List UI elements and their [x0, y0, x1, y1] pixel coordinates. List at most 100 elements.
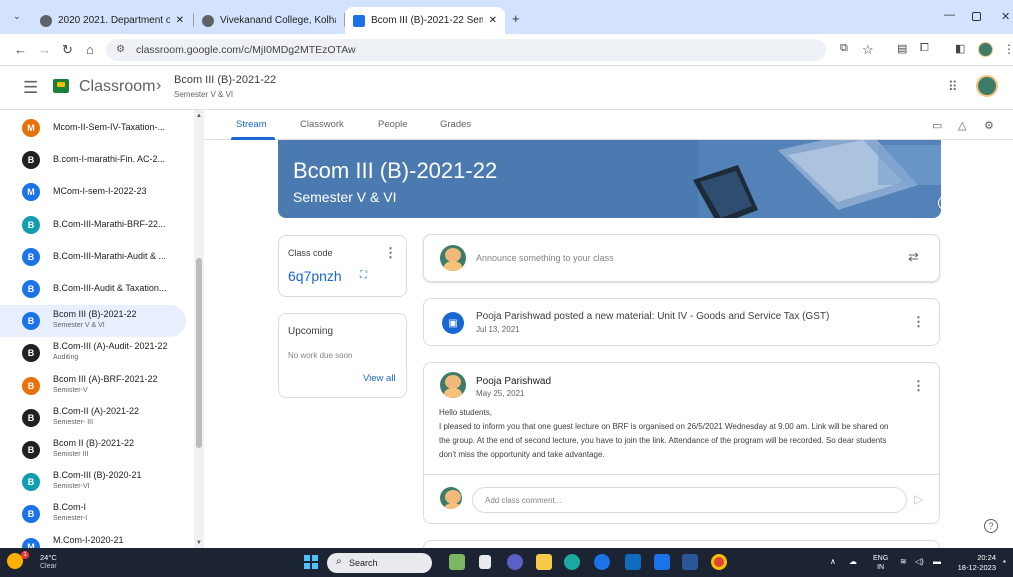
onedrive-icon[interactable]: ☁	[849, 557, 857, 566]
chrome-icon[interactable]	[711, 554, 727, 570]
weather-badge: 1	[21, 551, 29, 559]
widgets-icon[interactable]	[449, 554, 465, 570]
class-section: Semister-VI	[53, 483, 90, 491]
view-all-link[interactable]: View all	[363, 373, 396, 384]
calendar-icon[interactable]: ▭	[932, 119, 942, 132]
sidebar-class-item[interactable]: B B.Com-III (A)-Audit- 2021-22 Auditing	[0, 337, 186, 369]
taskbar-search[interactable]: Search	[327, 553, 432, 573]
tab-people[interactable]: People	[378, 119, 408, 130]
fullscreen-icon[interactable]: ⛶	[360, 270, 367, 281]
browser-tab-3[interactable]: Bcom III (B)-2021-22 Semester ✕	[345, 7, 505, 34]
close-window-icon[interactable]: ✕	[1001, 10, 1010, 23]
breadcrumb-class-title[interactable]: Bcom III (B)-2021-22	[174, 74, 276, 86]
banner-subtitle: Semester V & VI	[293, 189, 397, 205]
help-icon[interactable]: ?	[984, 519, 998, 533]
mail-icon[interactable]	[654, 554, 670, 570]
class-code-value: 6q7pnzh	[288, 268, 342, 284]
bookmark-star-icon[interactable]: ☆	[862, 42, 874, 58]
url-field[interactable]: ⚙ classroom.google.com/c/MjI0MDg2MTEzOTA…	[106, 39, 826, 61]
sidebar-class-item[interactable]: B B.Com-II (A)-2021-22 Semester- III	[0, 402, 186, 434]
tab-search-icon[interactable]: ⌄	[13, 11, 21, 22]
browser-tab-2[interactable]: Vivekanand College, Kolhapur	[194, 7, 344, 34]
class-avatar: B	[22, 247, 40, 266]
notification-icon[interactable]: ▪	[1003, 557, 1006, 566]
sidebar-class-item[interactable]: B B.Com-III-Marathi-BRF-22...	[0, 209, 186, 241]
sidebar-class-item[interactable]: B Bcom III (B)-2021-22 Semester V & VI	[0, 305, 186, 338]
word-icon[interactable]	[682, 554, 698, 570]
class-code-more-icon[interactable]: ⋮	[384, 245, 397, 261]
class-comment-input[interactable]: Add class comment...	[472, 487, 907, 513]
tab-classwork[interactable]: Classwork	[300, 119, 344, 130]
restore-icon[interactable]	[972, 12, 981, 21]
breadcrumb-chevron-icon: ›	[156, 77, 162, 94]
comment-divider	[423, 474, 940, 475]
reload-icon[interactable]: ↻	[62, 42, 73, 58]
teams-icon[interactable]	[507, 554, 523, 570]
close-icon[interactable]: ✕	[489, 15, 497, 26]
sidebar-class-item[interactable]: B B.Com-III-Marathi-Audit & ...	[0, 241, 186, 273]
app-icon[interactable]	[594, 554, 610, 570]
site-info-icon[interactable]: ⚙	[116, 44, 125, 55]
sidebar-class-item[interactable]: MM.Com-I-2020-21Semester-I	[0, 531, 186, 548]
main-menu-icon[interactable]: ☰	[23, 78, 38, 98]
taskview-icon[interactable]	[479, 555, 491, 569]
tab-grades[interactable]: Grades	[440, 119, 471, 130]
back-icon[interactable]: ←	[14, 42, 27, 57]
wifi-icon[interactable]: ≋	[900, 557, 907, 566]
edge-icon[interactable]	[564, 554, 580, 570]
language-indicator[interactable]: ENG IN	[873, 554, 888, 572]
sidebar-scroll-thumb[interactable]	[196, 258, 202, 448]
material-post-card[interactable]	[423, 298, 940, 346]
install-icon[interactable]: ⧉	[840, 42, 848, 55]
extensions-icon[interactable]: ⧠	[920, 42, 929, 55]
sidebar-class-item[interactable]: B B.com-I-marathi-Fin. AC-2...	[0, 144, 186, 176]
account-avatar[interactable]	[976, 75, 998, 97]
sidebar-class-item[interactable]: M Mcom-II-Sem-IV-Taxation-...	[0, 112, 186, 144]
class-avatar: B	[22, 151, 40, 170]
announce-input[interactable]: Announce something to your class	[476, 253, 614, 263]
profile-icon[interactable]	[978, 42, 993, 57]
minimize-icon[interactable]: —	[944, 9, 955, 21]
sidebar-class-item[interactable]: M MCom-I-sem-I-2022-23	[0, 176, 186, 208]
sidebar-class-item[interactable]: B Bcom II (B)-2021-22 Semister III	[0, 434, 186, 466]
sidebar-class-item[interactable]: B B.Com-III (B)-2020-21 Semister-VI	[0, 466, 186, 498]
store-icon[interactable]	[625, 554, 641, 570]
sidebar-class-item[interactable]: B B.Com-III-Audit & Taxation...	[0, 273, 186, 305]
scroll-down-icon[interactable]: ▼	[196, 540, 202, 546]
classroom-logo-icon[interactable]	[53, 79, 69, 93]
app-name[interactable]: Classroom	[79, 78, 155, 96]
forward-icon[interactable]: →	[38, 42, 51, 57]
sidebar-class-item[interactable]: B Bcom III (A)-BRF-2021-22 Semister-V	[0, 370, 186, 402]
send-icon[interactable]: ▷	[914, 492, 923, 506]
tray-chevron-icon[interactable]: ∧	[830, 557, 836, 566]
home-icon[interactable]: ⌂	[86, 42, 94, 57]
class-name: MCom-I-sem-I-2022-23	[53, 186, 147, 197]
drive-folder-icon[interactable]: △	[958, 119, 966, 132]
settings-gear-icon[interactable]: ⚙	[984, 119, 994, 132]
file-explorer-icon[interactable]	[536, 554, 552, 570]
new-tab-button[interactable]: +	[512, 11, 520, 26]
material-more-icon[interactable]: ⋮	[912, 314, 925, 330]
material-post-title[interactable]: Pooja Parishwad posted a new material: U…	[476, 311, 829, 322]
address-bar: ← → ↻ ⌂ ⚙ classroom.google.com/c/MjI0MDg…	[0, 34, 1013, 66]
repost-icon[interactable]: ⇄	[908, 249, 919, 265]
post-more-icon[interactable]: ⋮	[912, 378, 925, 394]
reading-list-icon[interactable]: ▤	[897, 42, 907, 55]
sidebar-class-item[interactable]: B B.Com-I Semester-I	[0, 498, 186, 530]
active-tab-indicator	[231, 137, 275, 140]
taskbar-clock[interactable]: 20:24 18-12-2023	[956, 553, 996, 573]
close-icon[interactable]: ✕	[176, 15, 184, 26]
side-panel-icon[interactable]: ◧	[955, 42, 965, 55]
windows-start-icon[interactable]	[304, 555, 318, 569]
class-tabs: Stream Classwork People Grades	[205, 110, 1013, 140]
google-apps-icon[interactable]: ⠿	[948, 79, 958, 95]
browser-menu-icon[interactable]: ⋮	[1003, 42, 1013, 56]
class-info-icon[interactable]: i	[938, 196, 952, 210]
volume-icon[interactable]: ◁)	[915, 557, 924, 566]
class-avatar: M	[22, 183, 40, 202]
browser-tab-1[interactable]: 2020 2021. Department of Con ✕	[32, 7, 192, 34]
scroll-up-icon[interactable]: ▲	[196, 113, 202, 119]
post-line: I pleased to inform you that one guest l…	[439, 422, 889, 431]
tab-stream[interactable]: Stream	[236, 119, 267, 130]
battery-icon[interactable]: ▬	[933, 557, 941, 566]
